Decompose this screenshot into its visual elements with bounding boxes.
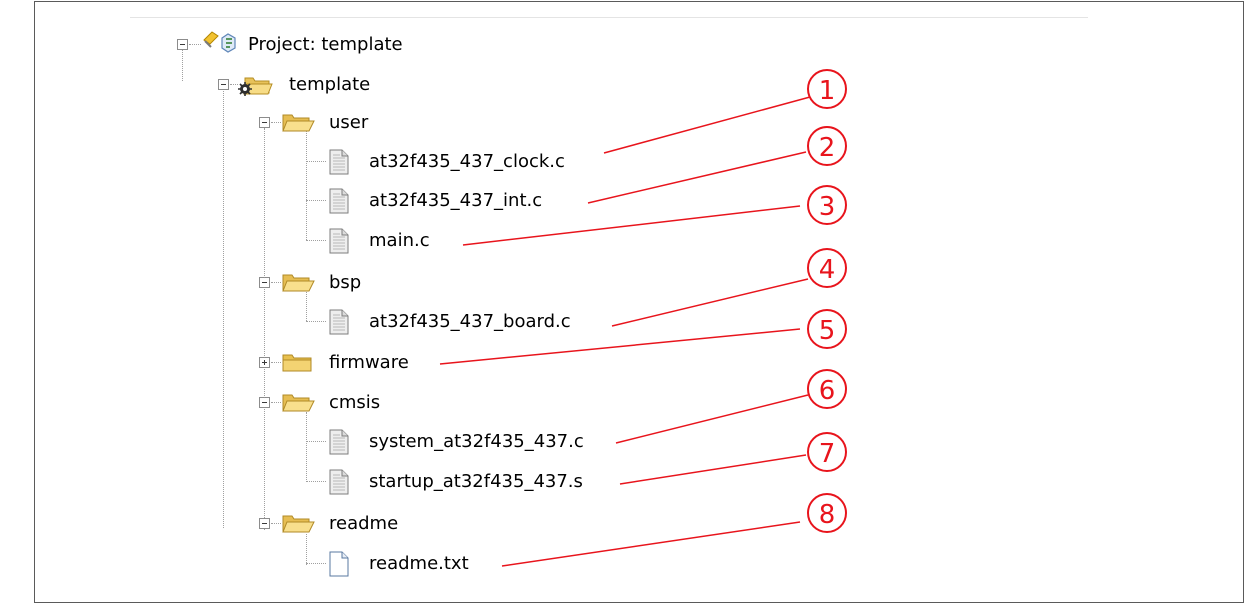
callout-number: 5 (819, 316, 836, 346)
callout-line (587, 151, 807, 204)
callout-number: 3 (819, 192, 836, 222)
callout-line (619, 454, 807, 485)
callout-line (462, 205, 801, 246)
callout-number: 4 (819, 255, 836, 285)
callout-number: 7 (819, 439, 836, 469)
callout-line (603, 96, 811, 154)
callout-number: 2 (819, 133, 836, 163)
callout-line (615, 394, 809, 444)
callout-annotations: 1 2 3 4 5 6 7 8 (439, 69, 847, 567)
callout-line (501, 521, 801, 567)
callout-number: 6 (819, 376, 836, 406)
callout-number: 1 (819, 76, 836, 106)
callout-line (611, 278, 809, 327)
callout-number: 8 (819, 500, 836, 530)
callout-line (439, 328, 801, 365)
